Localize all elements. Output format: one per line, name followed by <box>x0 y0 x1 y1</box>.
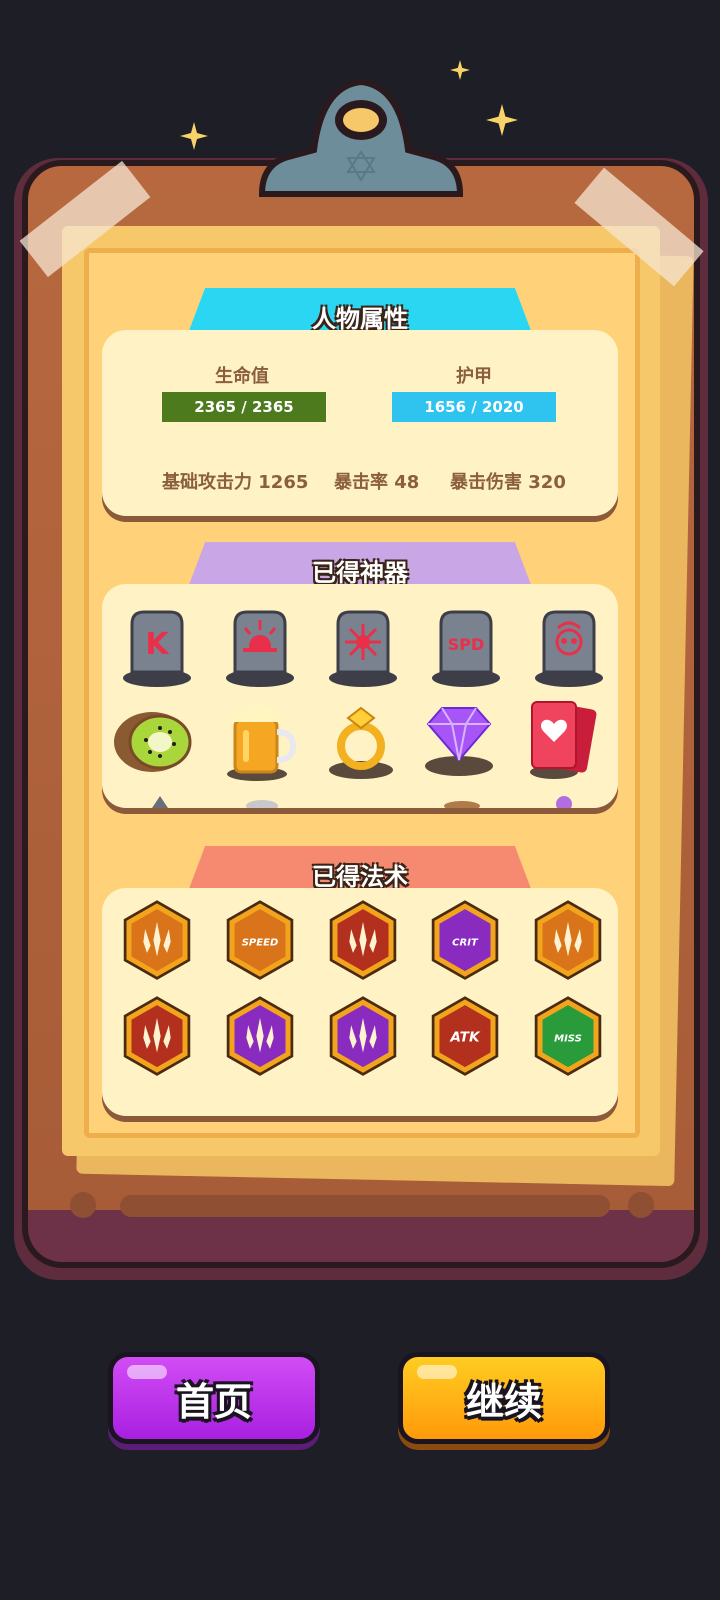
shield-arrow-spell-icon[interactable] <box>219 996 301 1078</box>
kiwi-icon[interactable] <box>112 700 194 782</box>
continue-button[interactable]: 继续 <box>398 1352 610 1444</box>
svg-text:SPD: SPD <box>448 635 485 654</box>
armor-bar: 1656 / 2020 <box>392 392 556 422</box>
gold-ring-icon[interactable] <box>320 700 402 782</box>
tombstone-k-rune-icon[interactable]: K <box>116 606 198 688</box>
home-button-label: 首页 <box>175 1379 252 1424</box>
spell-glyph: SPEED <box>242 938 279 949</box>
sparkle-icon <box>180 122 208 150</box>
clipboard-lip <box>22 1210 700 1268</box>
purple-gem-icon[interactable] <box>418 700 500 782</box>
armor-label: 护甲 <box>456 366 492 387</box>
fire-shield-spell-icon[interactable] <box>322 900 404 982</box>
hp-bar: 2365 / 2365 <box>162 392 326 422</box>
armor-value: 1656 / 2020 <box>424 398 524 416</box>
tombstone-sunrise-icon[interactable] <box>219 606 301 688</box>
base-attack-stat: 基础攻击力 1265 <box>162 472 309 493</box>
attributes-title: 人物属性 <box>312 304 408 333</box>
artifacts-title: 已得神器 <box>312 558 408 587</box>
artifact-row3-peek <box>152 796 572 808</box>
heart-cards-icon[interactable] <box>526 700 608 782</box>
tombstone-spd-icon[interactable]: SPD <box>425 606 507 688</box>
double-claw-spell-icon[interactable] <box>116 996 198 1078</box>
speed-spell-icon[interactable]: SPEED <box>219 900 301 982</box>
tombstone-skull-icon[interactable] <box>528 606 610 688</box>
tombstone-burst-icon[interactable] <box>322 606 404 688</box>
crit-rate-stat: 暴击率 48 <box>334 472 420 493</box>
clipboard-slot <box>120 1195 610 1217</box>
lightning-shield-spell-icon[interactable] <box>527 900 609 982</box>
hp-label: 生命值 <box>215 366 269 387</box>
clipboard-dot <box>628 1192 654 1218</box>
crit-spell-icon[interactable]: CRIT <box>424 900 506 982</box>
button-gloss <box>127 1365 167 1379</box>
clipboard-dot <box>70 1192 96 1218</box>
beer-mug-icon[interactable] <box>219 700 301 782</box>
svg-text:K: K <box>145 627 170 662</box>
atk-spell-icon[interactable]: ATK <box>424 996 506 1078</box>
clipboard-clip <box>258 78 464 197</box>
home-button[interactable]: 首页 <box>108 1352 320 1444</box>
spell-glyph: ATK <box>449 1030 481 1046</box>
continue-button-label: 继续 <box>465 1379 542 1424</box>
spell-glyph: MISS <box>554 1034 582 1045</box>
hp-value: 2365 / 2365 <box>194 398 294 416</box>
crit-damage-stat: 暴击伤害 320 <box>450 472 566 493</box>
purple-claw-spell-icon[interactable] <box>322 996 404 1078</box>
triple-spark-spell-icon[interactable] <box>116 900 198 982</box>
miss-spell-icon[interactable]: MISS <box>527 996 609 1078</box>
spells-title: 已得法术 <box>312 862 408 891</box>
sparkle-icon <box>486 104 518 136</box>
button-gloss <box>417 1365 457 1379</box>
spell-glyph: CRIT <box>452 938 479 949</box>
